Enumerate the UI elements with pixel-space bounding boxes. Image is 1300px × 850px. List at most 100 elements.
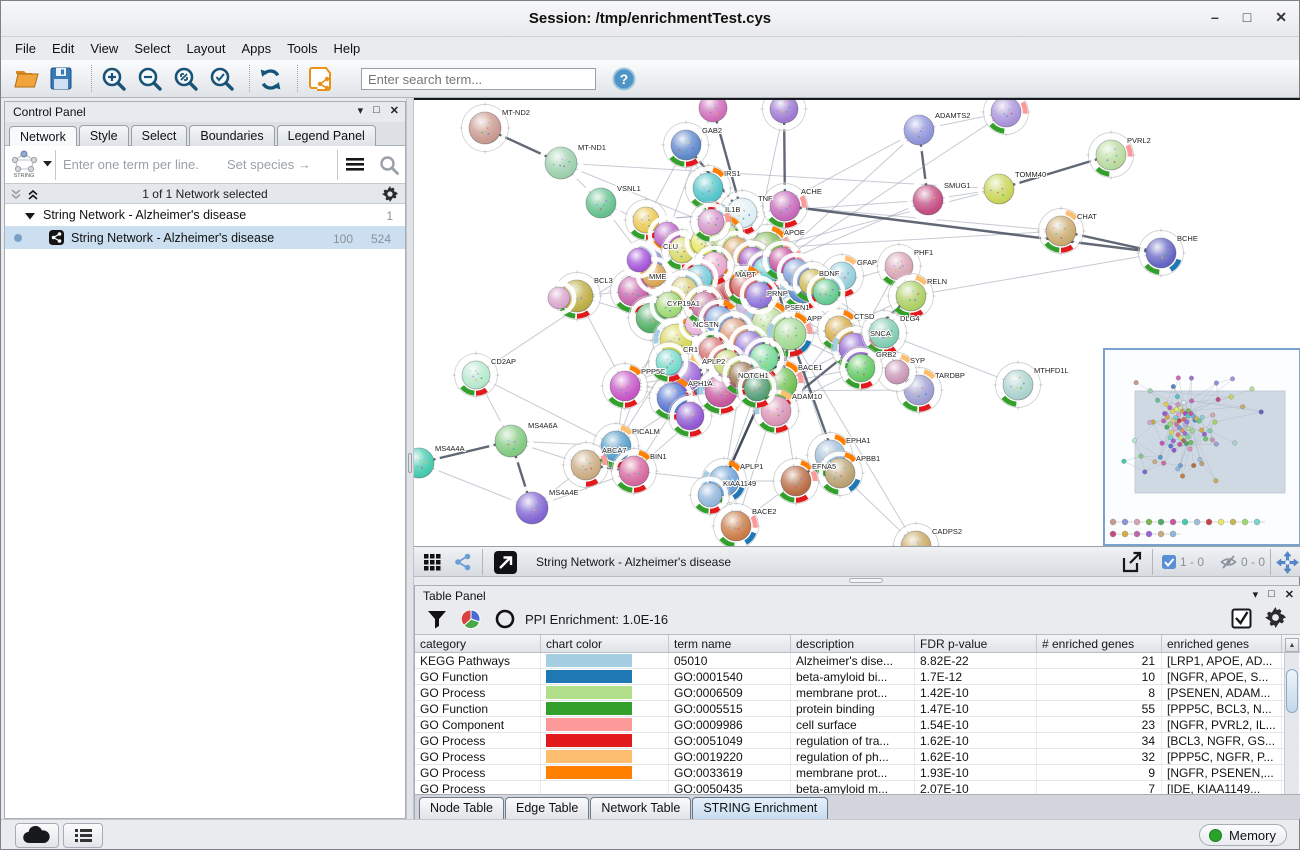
svg-text:MS4A4A: MS4A4A bbox=[435, 444, 465, 453]
protein-node[interactable] bbox=[761, 100, 808, 133]
string-options-icon[interactable] bbox=[346, 157, 364, 172]
ring-chart-icon[interactable] bbox=[495, 609, 515, 629]
menu-edit[interactable]: Edit bbox=[44, 39, 82, 58]
collapse-all-icon[interactable] bbox=[10, 189, 22, 200]
string-query-input[interactable]: Enter one term per line. bbox=[63, 157, 199, 172]
maximize-button[interactable]: □ bbox=[1243, 9, 1251, 26]
protein-node[interactable] bbox=[582, 184, 620, 222]
zoom-fit-icon[interactable] bbox=[173, 66, 200, 93]
table-row[interactable]: GO FunctionGO:0001540beta-amyloid bi...1… bbox=[415, 669, 1300, 685]
refresh-icon[interactable] bbox=[257, 66, 284, 93]
task-list-button[interactable] bbox=[63, 823, 103, 848]
protein-node[interactable] bbox=[909, 181, 947, 219]
column-header-enrichedgenes[interactable]: # enriched genes bbox=[1037, 635, 1162, 652]
protein-node[interactable] bbox=[980, 170, 1018, 208]
table-row[interactable]: GO ProcessGO:0051049regulation of tra...… bbox=[415, 733, 1300, 749]
tab-node-table[interactable]: Node Table bbox=[419, 797, 504, 819]
string-search-icon[interactable] bbox=[379, 155, 399, 175]
menu-file[interactable]: File bbox=[7, 39, 44, 58]
grid-view-icon[interactable] bbox=[424, 554, 441, 571]
menu-help[interactable]: Help bbox=[326, 39, 369, 58]
network-collection-row[interactable]: String Network - Alzheimer's disease 1 bbox=[5, 204, 405, 226]
table-scrollbar[interactable]: ▲ ▼ bbox=[1284, 653, 1299, 800]
column-header-description[interactable]: description bbox=[791, 635, 915, 652]
menu-select[interactable]: Select bbox=[126, 39, 178, 58]
menu-view[interactable]: View bbox=[82, 39, 126, 58]
save-session-icon[interactable] bbox=[49, 66, 73, 91]
chart-color-swatch bbox=[546, 750, 632, 763]
close-button[interactable]: ✕ bbox=[1275, 9, 1287, 26]
birds-eye-view[interactable] bbox=[1103, 348, 1300, 546]
tab-boundaries[interactable]: Boundaries bbox=[189, 125, 274, 147]
network-canvas[interactable]: MT-ND2MT-ND1VSNL1GAB2IRS1ADAMTS2PVRL2TOM… bbox=[414, 98, 1300, 546]
expand-all-icon[interactable] bbox=[27, 189, 39, 200]
protein-node[interactable] bbox=[982, 100, 1031, 137]
panel-float-icon[interactable]: □ bbox=[1268, 588, 1275, 601]
filter-icon[interactable] bbox=[427, 609, 447, 629]
search-input[interactable] bbox=[361, 68, 596, 90]
panel-menu-icon[interactable]: ▾ bbox=[358, 104, 364, 117]
svg-text:VSNL1: VSNL1 bbox=[617, 184, 641, 193]
zoom-selected-icon[interactable] bbox=[209, 66, 236, 93]
pan-navigate-icon[interactable] bbox=[1276, 551, 1299, 574]
column-header-FDRp-value[interactable]: FDR p-value bbox=[915, 635, 1037, 652]
menu-tools[interactable]: Tools bbox=[279, 39, 325, 58]
network-options-gear-icon[interactable] bbox=[382, 186, 398, 202]
tab-network-table[interactable]: Network Table bbox=[590, 797, 691, 819]
tab-edge-table[interactable]: Edge Table bbox=[505, 797, 589, 819]
cloud-button[interactable] bbox=[15, 823, 59, 848]
tab-string-enrichment[interactable]: STRING Enrichment bbox=[692, 797, 828, 819]
minimize-button[interactable]: – bbox=[1211, 9, 1219, 26]
import-network-icon[interactable] bbox=[307, 66, 337, 94]
scrollbar-thumb[interactable] bbox=[1286, 669, 1298, 713]
select-all-checkbox-icon[interactable] bbox=[1231, 608, 1252, 629]
tab-legend-panel[interactable]: Legend Panel bbox=[277, 125, 376, 147]
table-row[interactable]: GO FunctionGO:0005515protein binding1.47… bbox=[415, 701, 1300, 717]
protein-node[interactable] bbox=[900, 111, 938, 149]
table-splitter[interactable] bbox=[414, 577, 1300, 585]
protein-node[interactable] bbox=[512, 488, 552, 528]
help-icon[interactable]: ? bbox=[612, 67, 636, 91]
column-header-enrichedgenes[interactable]: enriched genes bbox=[1162, 635, 1282, 652]
table-row[interactable]: GO ComponentGO:0009986cell surface1.54E-… bbox=[415, 717, 1300, 733]
protein-node[interactable] bbox=[544, 283, 574, 313]
export-network-icon[interactable] bbox=[1119, 550, 1144, 575]
protein-node[interactable] bbox=[491, 421, 531, 461]
menu-apps[interactable]: Apps bbox=[234, 39, 280, 58]
column-header-chartcolor[interactable]: chart color bbox=[541, 635, 669, 652]
tab-style[interactable]: Style bbox=[79, 125, 129, 147]
open-session-icon[interactable] bbox=[13, 66, 40, 91]
table-row[interactable]: GO ProcessGO:0006509membrane prot...1.42… bbox=[415, 685, 1300, 701]
species-selector[interactable]: Set species → bbox=[227, 157, 311, 172]
string-source-dropdown-icon[interactable] bbox=[43, 160, 52, 167]
detach-view-button[interactable] bbox=[494, 551, 517, 574]
table-row[interactable]: KEGG Pathways05010Alzheimer's dise...8.8… bbox=[415, 653, 1300, 669]
protein-node[interactable] bbox=[541, 143, 581, 183]
share-view-icon[interactable] bbox=[454, 553, 472, 571]
table-row[interactable]: GO ProcessGO:0033619membrane prot...1.93… bbox=[415, 765, 1300, 781]
panel-float-icon[interactable]: □ bbox=[373, 104, 380, 117]
scroll-up-icon[interactable]: ▲ bbox=[1285, 638, 1299, 652]
pie-chart-icon[interactable] bbox=[461, 609, 481, 629]
memory-button[interactable]: Memory bbox=[1199, 824, 1287, 846]
panel-close-icon[interactable]: ✕ bbox=[390, 104, 399, 117]
zoom-in-icon[interactable] bbox=[101, 66, 128, 93]
zoom-out-icon[interactable] bbox=[137, 66, 164, 93]
tab-network[interactable]: Network bbox=[9, 126, 77, 148]
panel-close-icon[interactable]: ✕ bbox=[1285, 588, 1294, 601]
panel-splitter[interactable] bbox=[406, 98, 414, 819]
table-row[interactable]: GO ProcessGO:0019220regulation of ph...1… bbox=[415, 749, 1300, 765]
overview-viewport[interactable] bbox=[1135, 391, 1285, 493]
selected-nodes-badge: 1 - 0 bbox=[1180, 555, 1204, 569]
panel-menu-icon[interactable]: ▾ bbox=[1253, 588, 1259, 601]
table-settings-gear-icon[interactable] bbox=[1265, 607, 1286, 628]
protein-node[interactable] bbox=[695, 100, 731, 126]
network-row-selected[interactable]: String Network - Alzheimer's disease 100… bbox=[5, 226, 405, 249]
column-header-termname[interactable]: term name bbox=[669, 635, 791, 652]
menu-layout[interactable]: Layout bbox=[178, 39, 233, 58]
tab-select[interactable]: Select bbox=[131, 125, 188, 147]
protein-node[interactable] bbox=[809, 275, 843, 309]
column-header-category[interactable]: category bbox=[415, 635, 541, 652]
tree-expander-icon[interactable] bbox=[25, 212, 35, 220]
string-logo-icon[interactable]: STRING bbox=[9, 148, 43, 178]
